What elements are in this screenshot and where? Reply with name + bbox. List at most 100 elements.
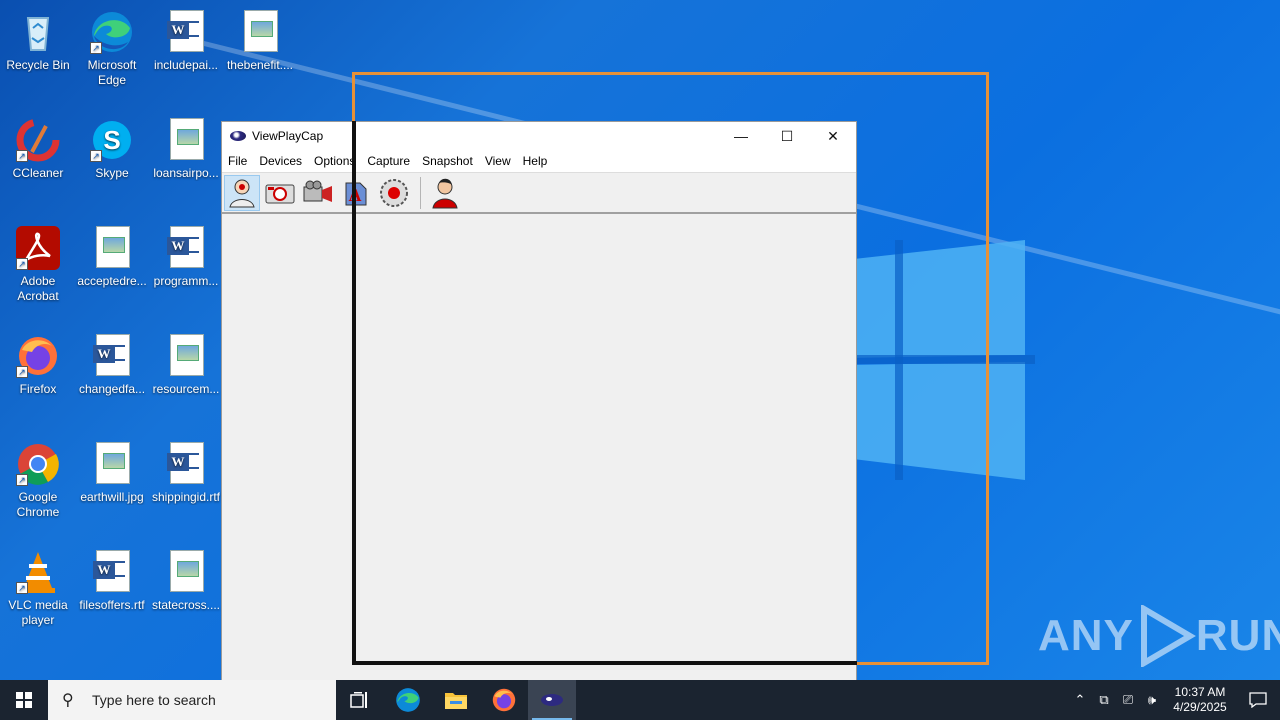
notification-icon <box>1249 692 1267 708</box>
desktop-icon-label: earthwill.jpg <box>80 490 144 504</box>
clock[interactable]: 10:37 AM 4/29/2025 <box>1164 685 1236 715</box>
notification-button[interactable] <box>1236 680 1280 720</box>
menu-devices[interactable]: Devices <box>253 154 308 168</box>
desktop-icon-label: Google Chrome <box>16 490 60 519</box>
anyrun-watermark: ANY RUN <box>1038 605 1280 667</box>
taskbar-file-explorer[interactable] <box>432 680 480 720</box>
image-file-icon <box>90 226 134 270</box>
play-icon <box>1140 605 1196 667</box>
ccleaner-icon: ↗ <box>16 118 60 162</box>
vlc-icon: ↗ <box>16 550 60 594</box>
viewplaycap-icon <box>541 694 563 706</box>
desktop-icon-label: shippingid.rtf <box>151 490 221 504</box>
desktop-icon-label: filesoffers.rtf <box>79 598 145 612</box>
desktop-icon-google-chrome[interactable]: ↗ Google Chrome <box>0 436 76 536</box>
taskbar-edge[interactable] <box>384 680 432 720</box>
search-placeholder: Type here to search <box>92 692 216 708</box>
windows-logo-icon <box>16 692 32 708</box>
desktop-icon-recycle-bin[interactable]: Recycle Bin <box>0 4 76 104</box>
webcam-preview-icon <box>229 179 255 207</box>
desktop-icon-file[interactable]: loansairpo... <box>148 112 224 212</box>
word-doc-icon: W <box>90 334 134 378</box>
desktop-icon-file[interactable]: W includepai... <box>148 4 224 104</box>
firefox-icon <box>492 688 516 712</box>
word-doc-icon: W <box>164 10 208 54</box>
menu-file[interactable]: File <box>222 154 253 168</box>
word-doc-icon: W <box>164 226 208 270</box>
desktop-icon-adobe-acrobat[interactable]: ↗ Adobe Acrobat <box>0 220 76 320</box>
desktop-icon-label: statecross.... <box>151 598 221 612</box>
skype-icon: S ↗ <box>90 118 134 162</box>
watermark-text-left: ANY <box>1038 611 1134 660</box>
desktop-icon-skype[interactable]: S ↗ Skype <box>74 112 150 212</box>
word-doc-icon: W <box>164 442 208 486</box>
desktop-icon-label: Firefox <box>19 382 57 396</box>
snapshot-button[interactable] <box>262 175 298 211</box>
desktop-icon-label: changedfa... <box>78 382 146 396</box>
desktop-icon-label: Adobe Acrobat <box>17 274 59 303</box>
network-icon[interactable]: ⎚ <box>1116 692 1140 708</box>
desktop-icon-file[interactable]: earthwill.jpg <box>74 436 150 536</box>
taskbar-task-view[interactable] <box>336 680 384 720</box>
desktop-icon-file[interactable]: acceptedre... <box>74 220 150 320</box>
image-file-icon <box>90 442 134 486</box>
desktop-icon-label: VLC media player <box>8 598 68 627</box>
desktop-icon-label: includepai... <box>153 58 219 72</box>
desktop-icon-file[interactable]: thebenefit.... <box>222 4 298 104</box>
webcam-preview-button[interactable] <box>224 174 260 211</box>
desktop-icon-file[interactable]: W shippingid.rtf <box>148 436 224 536</box>
desktop-icon-file[interactable]: resourcem... <box>148 328 224 428</box>
desktop-icon-microsoft-edge[interactable]: ↗ Microsoft Edge <box>74 4 150 104</box>
viewplaycap-icon <box>230 131 246 141</box>
clock-date: 4/29/2025 <box>1173 700 1227 714</box>
desktop-icon-file[interactable]: W changedfa... <box>74 328 150 428</box>
edge-icon <box>396 688 420 712</box>
watermark-text-right: RUN <box>1195 611 1280 660</box>
capture-region-shadow <box>352 121 857 665</box>
system-tray: ⌃ ⧉ ⎚ 🕪 10:37 AM 4/29/2025 <box>1068 680 1280 720</box>
taskbar-firefox[interactable] <box>480 680 528 720</box>
desktop-icon-label: Recycle Bin <box>6 58 70 72</box>
edge-icon: ↗ <box>90 10 134 54</box>
volume-icon[interactable]: 🕪 <box>1140 692 1164 708</box>
desktop-icon-label: Microsoft Edge <box>87 58 137 87</box>
file-explorer-icon <box>445 693 467 709</box>
start-button[interactable] <box>0 680 48 720</box>
desktop-icon-label: programm... <box>153 274 219 288</box>
task-view-icon <box>350 692 367 708</box>
desktop-icon-ccleaner[interactable]: ↗ CCleaner <box>0 112 76 212</box>
taskbar-viewplaycap[interactable] <box>528 680 576 720</box>
desktop-icon-label: CCleaner <box>12 166 64 180</box>
taskbar: ⚲ Type here to search ⌃ ⧉ ⎚ 🕪 10:37 AM 4… <box>0 680 1280 720</box>
image-file-icon <box>164 118 208 162</box>
recycle-bin-icon <box>16 10 60 54</box>
desktop-icon-vlc[interactable]: ↗ VLC media player <box>0 544 76 644</box>
desktop-icon-label: thebenefit.... <box>226 58 294 72</box>
word-doc-icon: W <box>90 550 134 594</box>
meet-now-icon[interactable]: ⧉ <box>1092 692 1116 708</box>
video-capture-button[interactable] <box>300 175 336 211</box>
svg-text:S: S <box>103 125 120 155</box>
desktop-icon-file[interactable]: W filesoffers.rtf <box>74 544 150 644</box>
window-title: ViewPlayCap <box>252 129 324 143</box>
snapshot-camera-icon <box>265 184 295 203</box>
chevron-up-icon[interactable]: ⌃ <box>1068 692 1092 708</box>
search-icon: ⚲ <box>62 692 74 709</box>
image-file-icon <box>238 10 282 54</box>
desktop-icon-label: loansairpo... <box>153 166 219 180</box>
desktop-icon-firefox[interactable]: ↗ Firefox <box>0 328 76 428</box>
desktop-icon-file[interactable]: W programm... <box>148 220 224 320</box>
firefox-icon: ↗ <box>16 334 60 378</box>
taskbar-search-box[interactable]: ⚲ Type here to search <box>48 680 336 720</box>
acrobat-icon: ↗ <box>16 226 60 270</box>
chrome-icon: ↗ <box>16 442 60 486</box>
desktop-icon-label: resourcem... <box>152 382 220 396</box>
clock-time: 10:37 AM <box>1174 685 1226 699</box>
video-capture-icon <box>303 180 332 202</box>
image-file-icon <box>164 334 208 378</box>
desktop-icon-label: acceptedre... <box>77 274 147 288</box>
desktop-icon-label: Skype <box>95 166 129 180</box>
desktop: Recycle Bin ↗ CCleaner ↗ Adobe Acrobat ↗… <box>0 0 1280 680</box>
image-file-icon <box>164 550 208 594</box>
desktop-icon-file[interactable]: statecross.... <box>148 544 224 644</box>
